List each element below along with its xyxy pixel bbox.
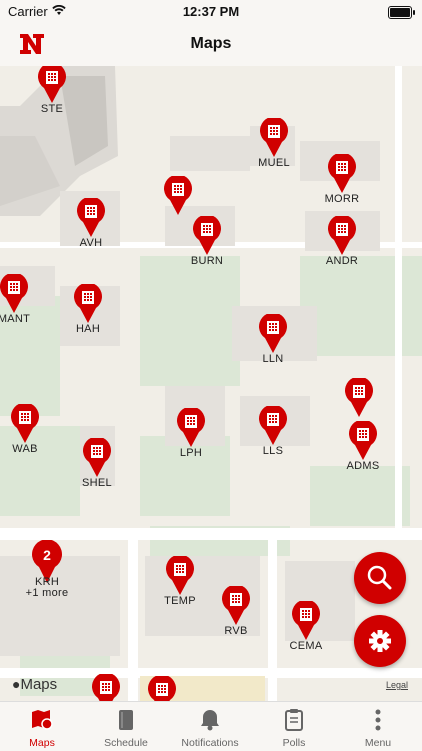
legal-link[interactable]: Legal bbox=[386, 680, 408, 690]
building-pin-label: LPH bbox=[179, 447, 203, 459]
building-pin-wab[interactable] bbox=[10, 402, 40, 444]
building-pin-rvb[interactable] bbox=[221, 584, 251, 626]
building-marker-icon bbox=[83, 436, 111, 477]
tab-bar: Maps Schedule Notifications Polls Menu bbox=[0, 701, 422, 751]
building-pin-hah[interactable] bbox=[73, 282, 103, 324]
building-pin-lls[interactable] bbox=[258, 404, 288, 446]
building-pin-shel[interactable] bbox=[82, 436, 112, 478]
bell-icon bbox=[201, 710, 219, 731]
building-pin-adms[interactable] bbox=[348, 419, 378, 461]
building-marker-icon bbox=[328, 214, 356, 255]
building-marker-icon bbox=[0, 272, 28, 313]
building-pin-label: CEMA bbox=[289, 640, 323, 652]
building-pin[interactable] bbox=[91, 672, 121, 701]
building-marker-icon bbox=[259, 312, 287, 353]
building-pin[interactable] bbox=[147, 674, 177, 701]
cluster-more: +1 more bbox=[25, 587, 69, 599]
building-pin-label: STE bbox=[40, 103, 64, 115]
building-pin-morr[interactable] bbox=[327, 152, 357, 194]
building-pin-lph[interactable] bbox=[176, 406, 206, 448]
clipboard-icon bbox=[285, 709, 303, 731]
building-pin-label: TEMP bbox=[164, 595, 196, 607]
building-pin-temp[interactable] bbox=[165, 554, 195, 596]
building bbox=[170, 136, 250, 171]
building-pin-mant[interactable] bbox=[0, 272, 29, 314]
map-pin-icon bbox=[32, 710, 53, 730]
search-button[interactable] bbox=[354, 552, 406, 604]
building-marker-icon bbox=[166, 554, 194, 595]
building-pin-label: BURN bbox=[190, 255, 224, 267]
search-icon bbox=[367, 565, 392, 590]
building-pin-ste[interactable] bbox=[37, 66, 67, 104]
building-marker-icon bbox=[38, 66, 66, 103]
building-marker-icon bbox=[74, 282, 102, 323]
book-icon bbox=[119, 710, 133, 730]
building-pin-label: RVB bbox=[224, 625, 248, 637]
tab-schedule[interactable]: Schedule bbox=[84, 702, 168, 751]
more-vertical-icon bbox=[375, 709, 381, 731]
status-bar: Carrier 12:37 PM bbox=[0, 0, 422, 24]
green-area bbox=[300, 256, 422, 356]
building-pin[interactable] bbox=[344, 376, 374, 418]
building-marker-icon bbox=[164, 174, 192, 215]
tab-polls[interactable]: Polls bbox=[252, 702, 336, 751]
building-pin-andr[interactable] bbox=[327, 214, 357, 256]
tab-notifications[interactable]: Notifications bbox=[168, 702, 252, 751]
building-marker-icon bbox=[328, 152, 356, 193]
building-pin-label: WAB bbox=[12, 443, 38, 455]
building-marker-icon bbox=[259, 404, 287, 445]
map-view[interactable]: STE MUEL MORR AVH BURN ANDR MANT HAH LLN WAB LPH LL… bbox=[0, 66, 422, 701]
page-title: Maps bbox=[190, 35, 232, 52]
gear-icon bbox=[369, 630, 391, 652]
building-marker-icon bbox=[222, 584, 250, 625]
building-pin-label: LLS bbox=[262, 445, 284, 457]
building-pin-label: MANT bbox=[0, 313, 31, 325]
building-pin-label: AVH bbox=[79, 237, 103, 249]
building-pin-lln[interactable] bbox=[258, 312, 288, 354]
building-pin-label: MORR bbox=[324, 193, 360, 205]
building-marker-icon bbox=[10, 402, 39, 443]
building-pin-label: ANDR bbox=[325, 255, 359, 267]
tab-menu[interactable]: Menu bbox=[336, 702, 420, 751]
tab-maps[interactable]: Maps bbox=[0, 702, 84, 751]
battery-icon bbox=[388, 6, 415, 19]
building-marker-icon bbox=[349, 419, 377, 460]
apple-maps-attribution: ●Maps bbox=[12, 676, 58, 693]
building-pin-label: HAH bbox=[75, 323, 101, 335]
building-marker-icon bbox=[260, 116, 288, 157]
building-marker-icon bbox=[177, 406, 205, 447]
building-pin-muel[interactable] bbox=[259, 116, 289, 158]
road bbox=[0, 528, 422, 540]
cluster-count: 2 bbox=[43, 547, 51, 563]
building-pin-cema[interactable] bbox=[291, 599, 321, 641]
building-pin-label: ADMS bbox=[346, 460, 380, 472]
building-pin-avh[interactable] bbox=[76, 196, 106, 238]
building-marker-icon bbox=[77, 196, 105, 237]
nav-bar: Maps bbox=[0, 24, 422, 67]
green-area bbox=[140, 256, 240, 386]
building-pin-label: MUEL bbox=[258, 157, 290, 169]
building-pin-label: SHEL bbox=[82, 477, 112, 489]
building-pin[interactable] bbox=[163, 174, 193, 216]
building-marker-icon bbox=[193, 214, 221, 255]
building-pin-burn[interactable] bbox=[192, 214, 222, 256]
building-marker-icon bbox=[148, 674, 176, 701]
clock: 12:37 PM bbox=[182, 4, 240, 19]
building-marker-icon bbox=[92, 672, 120, 701]
building-pin-label: LLN bbox=[262, 353, 284, 365]
building-marker-icon bbox=[345, 376, 373, 417]
settings-button[interactable] bbox=[354, 615, 406, 667]
building-marker-icon bbox=[292, 599, 320, 640]
